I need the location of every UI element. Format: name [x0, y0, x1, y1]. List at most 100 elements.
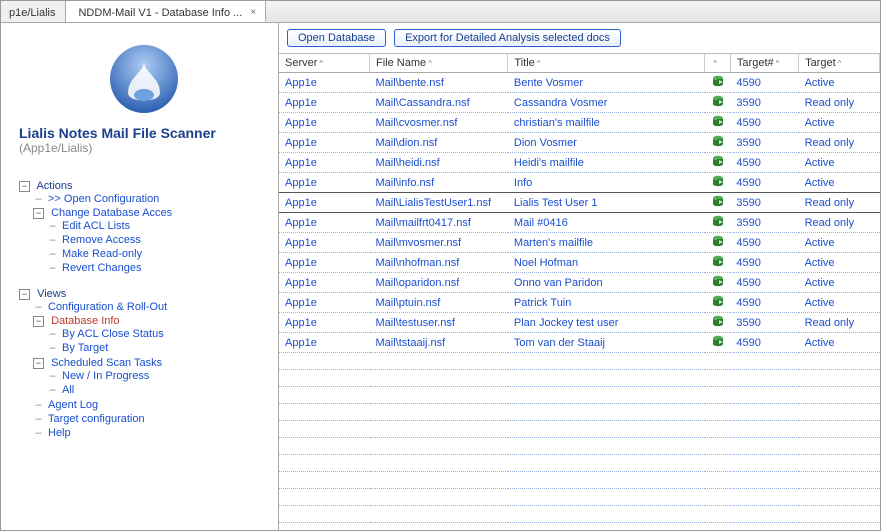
- table-row[interactable]: App1eMail\heidi.nsfHeidi's mailfile4590A…: [279, 153, 880, 173]
- tree-edit-acl-lists[interactable]: Edit ACL Lists: [62, 220, 130, 232]
- column-header-icon[interactable]: ^: [705, 54, 731, 73]
- tree-section-actions[interactable]: Actions: [36, 180, 72, 192]
- table-row[interactable]: App1eMail\tstaaij.nsfTom van der Staaij4…: [279, 333, 880, 353]
- table-row-empty: [279, 353, 880, 370]
- database-icon: [712, 75, 724, 87]
- cell-db-icon: [705, 253, 731, 273]
- database-icon: [712, 235, 724, 247]
- tree-database-info[interactable]: Database Info: [51, 315, 120, 327]
- table-row[interactable]: App1eMail\mailfrt0417.nsfMail #04163590R…: [279, 213, 880, 233]
- cell-target: Active: [799, 333, 880, 353]
- cell-server: App1e: [279, 273, 370, 293]
- tab-workspace[interactable]: p1e/Lialis: [1, 1, 66, 22]
- table-row[interactable]: App1eMail\bente.nsfBente Vosmer4590Activ…: [279, 73, 880, 93]
- cell-file-name: Mail\testuser.nsf: [370, 313, 508, 333]
- collapse-icon[interactable]: −: [33, 316, 44, 327]
- table-row[interactable]: App1eMail\Cassandra.nsfCassandra Vosmer3…: [279, 93, 880, 113]
- tree-section-views[interactable]: Views: [37, 288, 66, 300]
- product-logo: [108, 43, 180, 115]
- cell-file-name: Mail\bente.nsf: [370, 73, 508, 93]
- table-row[interactable]: App1eMail\cvosmer.nsfchristian's mailfil…: [279, 113, 880, 133]
- cell-title: christian's mailfile: [508, 113, 705, 133]
- tree-by-target[interactable]: By Target: [62, 342, 108, 354]
- cell-file-name: Mail\dion.nsf: [370, 133, 508, 153]
- table-row[interactable]: App1eMail\nhofman.nsfNoel Hofman4590Acti…: [279, 253, 880, 273]
- collapse-icon[interactable]: −: [33, 358, 44, 369]
- table-row-empty: [279, 506, 880, 523]
- tree-make-readonly[interactable]: Make Read-only: [62, 248, 142, 260]
- tree-remove-access[interactable]: Remove Access: [62, 234, 141, 246]
- tree-open-configuration[interactable]: >> Open Configuration: [48, 193, 159, 205]
- tree-by-acl-close-status[interactable]: By ACL Close Status: [62, 328, 164, 340]
- cell-title: Dion Vosmer: [508, 133, 705, 153]
- cell-db-icon: [705, 193, 731, 213]
- cell-db-icon: [705, 93, 731, 113]
- column-header-title[interactable]: Title^: [508, 54, 705, 73]
- tree-agent-log[interactable]: Agent Log: [48, 399, 98, 411]
- table-row[interactable]: App1eMail\dion.nsfDion Vosmer3590Read on…: [279, 133, 880, 153]
- tab-bar: p1e/Lialis NDDM-Mail V1 - Database Info …: [1, 1, 880, 23]
- cell-target-num: 4590: [730, 273, 798, 293]
- cell-title: Noel Hofman: [508, 253, 705, 273]
- cell-file-name: Mail\nhofman.nsf: [370, 253, 508, 273]
- close-icon[interactable]: ×: [250, 7, 256, 18]
- database-icon: [712, 255, 724, 267]
- tab-label: p1e/Lialis: [9, 7, 55, 19]
- cell-title: Patrick Tuin: [508, 293, 705, 313]
- tab-database-info[interactable]: NDDM-Mail V1 - Database Info ... ×: [66, 1, 266, 22]
- cell-target: Active: [799, 233, 880, 253]
- table-row[interactable]: App1eMail\LialisTestUser1.nsfLialis Test…: [279, 193, 880, 213]
- collapse-icon[interactable]: −: [19, 289, 30, 300]
- column-header-file-name[interactable]: File Name^: [370, 54, 508, 73]
- cell-server: App1e: [279, 73, 370, 93]
- tree-scheduled-scan-tasks[interactable]: Scheduled Scan Tasks: [51, 357, 162, 369]
- data-grid[interactable]: Server^ File Name^ Title^ ^ Target#^ Tar…: [279, 53, 880, 530]
- cell-target: Read only: [799, 313, 880, 333]
- column-header-target-num[interactable]: Target#^: [730, 54, 798, 73]
- cell-target: Active: [799, 73, 880, 93]
- tree-all[interactable]: All: [62, 384, 74, 396]
- table-row[interactable]: App1eMail\mvosmer.nsfMarten's mailfile45…: [279, 233, 880, 253]
- collapse-icon[interactable]: −: [19, 181, 30, 192]
- column-header-server[interactable]: Server^: [279, 54, 370, 73]
- database-icon: [712, 275, 724, 287]
- cell-file-name: Mail\oparidon.nsf: [370, 273, 508, 293]
- table-row[interactable]: App1eMail\testuser.nsfPlan Jockey test u…: [279, 313, 880, 333]
- table-row-empty: [279, 370, 880, 387]
- cell-server: App1e: [279, 153, 370, 173]
- cell-db-icon: [705, 293, 731, 313]
- table-row-empty: [279, 472, 880, 489]
- table-row[interactable]: App1eMail\info.nsfInfo4590Active: [279, 173, 880, 193]
- column-header-target[interactable]: Target^: [799, 54, 880, 73]
- tree-revert-changes[interactable]: Revert Changes: [62, 262, 142, 274]
- database-icon: [712, 95, 724, 107]
- table-row-empty: [279, 455, 880, 472]
- tree-config-rollout[interactable]: Configuration & Roll-Out: [48, 301, 167, 313]
- tree-change-database-access[interactable]: Change Database Acces: [51, 207, 172, 219]
- tree-target-configuration[interactable]: Target configuration: [48, 413, 145, 425]
- tree-new-in-progress[interactable]: New / In Progress: [62, 370, 149, 382]
- database-icon: [712, 175, 724, 187]
- cell-db-icon: [705, 333, 731, 353]
- table-row-empty: [279, 523, 880, 531]
- open-database-button[interactable]: Open Database: [287, 29, 386, 47]
- collapse-icon[interactable]: −: [33, 208, 44, 219]
- table-row[interactable]: App1eMail\ptuin.nsfPatrick Tuin4590Activ…: [279, 293, 880, 313]
- cell-target-num: 4590: [730, 73, 798, 93]
- database-icon: [712, 295, 724, 307]
- cell-db-icon: [705, 153, 731, 173]
- database-icon: [712, 195, 724, 207]
- cell-file-name: Mail\info.nsf: [370, 173, 508, 193]
- cell-target: Active: [799, 273, 880, 293]
- table-row-empty: [279, 387, 880, 404]
- cell-target-num: 3590: [730, 93, 798, 113]
- cell-target-num: 3590: [730, 193, 798, 213]
- cell-target: Active: [799, 153, 880, 173]
- table-row[interactable]: App1eMail\oparidon.nsfOnno van Paridon45…: [279, 273, 880, 293]
- sort-asc-icon: ^: [319, 59, 323, 68]
- table-row-empty: [279, 438, 880, 455]
- cell-file-name: Mail\heidi.nsf: [370, 153, 508, 173]
- cell-server: App1e: [279, 293, 370, 313]
- tree-help[interactable]: Help: [48, 427, 71, 439]
- export-detailed-analysis-button[interactable]: Export for Detailed Analysis selected do…: [394, 29, 621, 47]
